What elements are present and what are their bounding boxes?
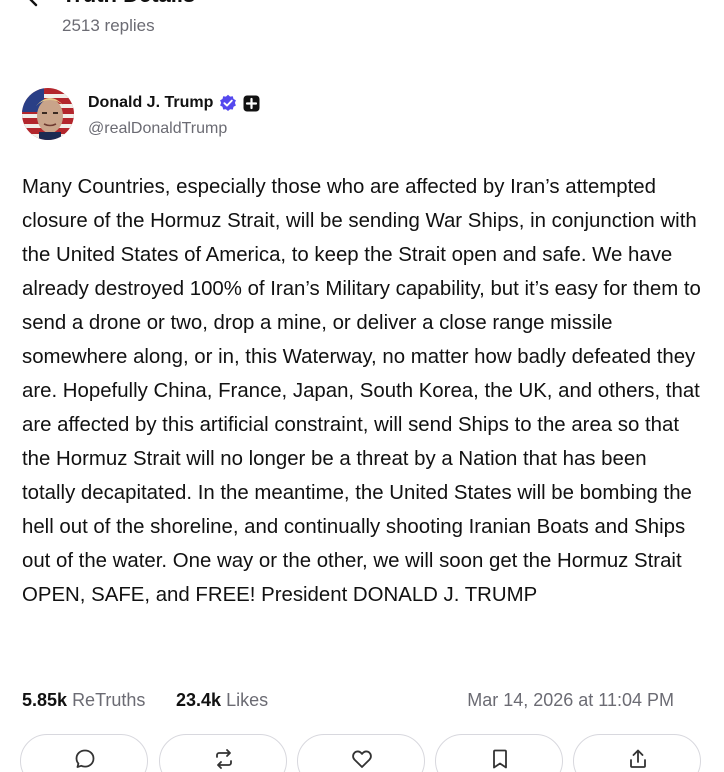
likes-stat[interactable]: 23.4k Likes xyxy=(176,690,268,711)
back-arrow-icon[interactable] xyxy=(22,0,44,8)
retruth-icon xyxy=(216,749,232,769)
retruth-button[interactable] xyxy=(159,734,287,772)
reply-icon xyxy=(75,749,95,768)
post-stats: 5.85k ReTruths 23.4k Likes Mar 14, 2026 … xyxy=(22,690,702,716)
share-icon xyxy=(630,749,646,768)
more-options-icon[interactable] xyxy=(654,0,680,2)
retruths-count: 5.85k xyxy=(22,690,68,710)
bookmark-button[interactable] xyxy=(435,734,563,772)
share-button[interactable] xyxy=(573,734,701,772)
likes-label: Likes xyxy=(226,690,269,710)
action-bar xyxy=(20,734,710,772)
verified-badge-icon xyxy=(220,94,237,111)
likes-count: 23.4k xyxy=(176,690,222,710)
post-body: Many Countries, especially those who are… xyxy=(22,176,701,606)
author-handle[interactable]: @realDonaldTrump xyxy=(88,120,227,138)
page-header: Truth Details 2513 replies xyxy=(0,0,724,50)
author-name[interactable]: Donald J. Trump xyxy=(88,94,213,112)
post-timestamp: Mar 14, 2026 at 11:04 PM xyxy=(467,690,674,710)
bookmark-icon xyxy=(493,749,507,769)
retruths-label: ReTruths xyxy=(72,690,146,710)
reply-button[interactable] xyxy=(20,734,148,772)
page-title: Truth Details xyxy=(62,0,195,8)
retruths-stat[interactable]: 5.85k ReTruths xyxy=(22,690,145,711)
truth-plus-icon xyxy=(243,95,260,111)
like-button[interactable] xyxy=(297,734,425,772)
avatar[interactable] xyxy=(22,88,74,140)
replies-count: 2513 replies xyxy=(62,16,155,35)
like-icon xyxy=(352,750,372,768)
post-author: Donald J. Trump @realDonaldTrump xyxy=(22,88,702,142)
